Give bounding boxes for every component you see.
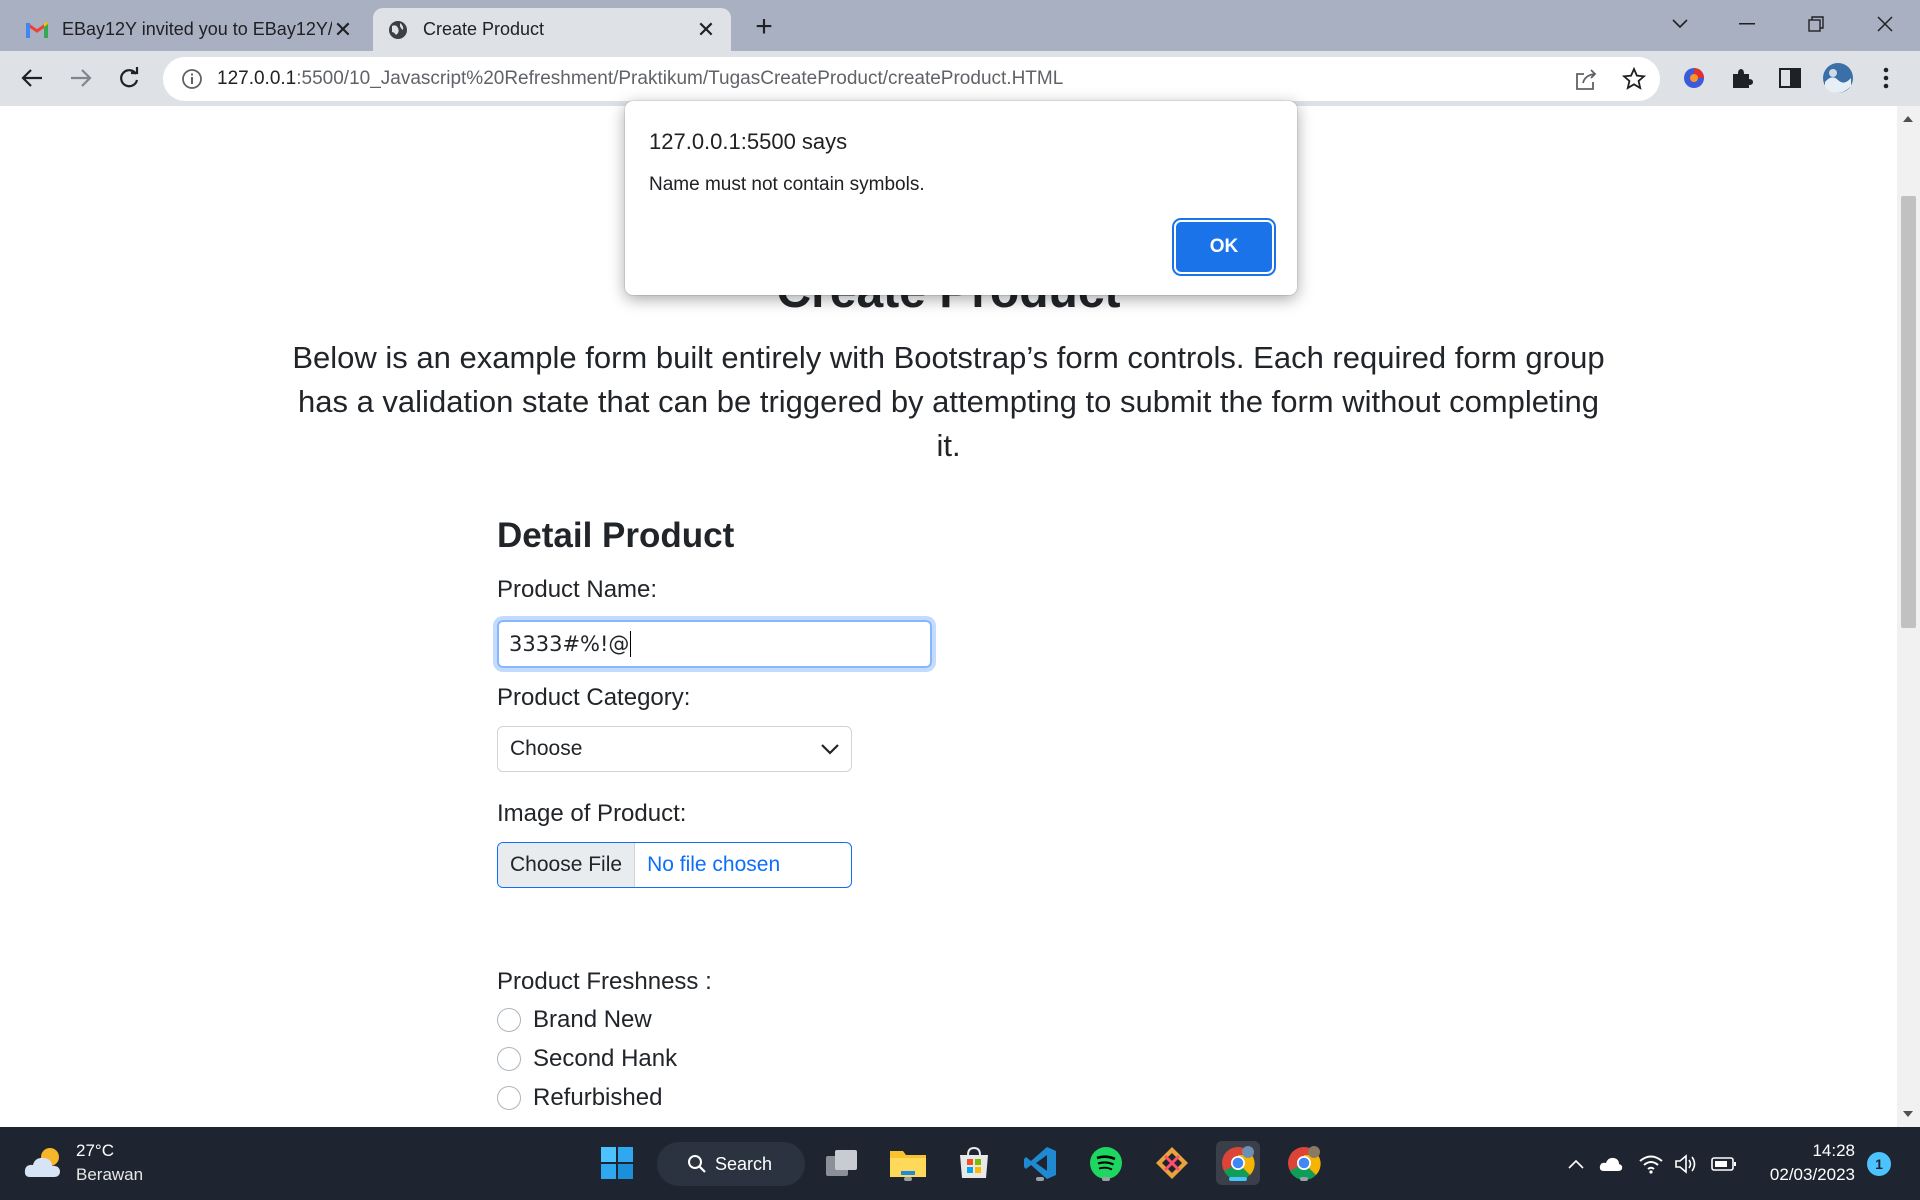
- close-icon[interactable]: ✕: [695, 17, 717, 42]
- product-category-select[interactable]: Choose: [497, 726, 852, 772]
- start-windows-icon[interactable]: [595, 1141, 639, 1185]
- product-name-input[interactable]: 3333#%!@: [497, 620, 932, 668]
- dialog-message: Name must not contain symbols.: [649, 174, 925, 195]
- radio-label: Brand New: [533, 1006, 652, 1033]
- product-category-value: Choose: [510, 737, 583, 760]
- bookmark-star-icon[interactable]: [1620, 65, 1648, 93]
- weather-description: Berawan: [76, 1165, 144, 1184]
- microsoft-store-icon[interactable]: [952, 1141, 996, 1185]
- running-indicator: [1036, 1177, 1044, 1181]
- task-view-icon[interactable]: [820, 1141, 864, 1185]
- extensions-puzzle-icon[interactable]: [1726, 62, 1758, 94]
- tab-title: Create Product: [423, 19, 545, 39]
- new-tab-button[interactable]: +: [748, 12, 780, 44]
- extension-color-icon[interactable]: [1678, 62, 1710, 94]
- product-category-label: Product Category:: [497, 684, 691, 711]
- forward-icon[interactable]: [63, 60, 99, 96]
- tab-create-product[interactable]: Create Product ✕: [373, 8, 731, 51]
- back-icon[interactable]: [14, 60, 50, 96]
- volume-icon[interactable]: [1673, 1151, 1699, 1177]
- globe-icon: [387, 19, 409, 41]
- product-name-value: 3333#%!@: [509, 632, 630, 656]
- search-icon: [687, 1154, 707, 1174]
- dialog-title: 127.0.0.1:5500 says: [649, 129, 848, 154]
- freshness-option-brand-new[interactable]: Brand New: [497, 1006, 652, 1034]
- freshness-option-refurbished[interactable]: Refurbished: [497, 1084, 662, 1112]
- tab-search-icon[interactable]: [1660, 6, 1700, 42]
- battery-icon[interactable]: [1711, 1151, 1737, 1177]
- scroll-down-arrow-icon[interactable]: [1903, 1111, 1913, 1117]
- side-panel-icon[interactable]: [1774, 62, 1806, 94]
- product-freshness-label: Product Freshness :: [497, 968, 712, 995]
- minimize-icon[interactable]: [1727, 6, 1767, 42]
- file-explorer-icon[interactable]: [886, 1141, 930, 1185]
- weather-temperature: 27°C: [76, 1141, 114, 1160]
- clock-time[interactable]: 14:28: [1760, 1141, 1855, 1161]
- wifi-icon[interactable]: [1638, 1151, 1664, 1177]
- scroll-thumb[interactable]: [1901, 196, 1916, 628]
- radio-button[interactable]: [497, 1047, 521, 1071]
- close-icon[interactable]: ✕: [332, 17, 354, 42]
- product-image-input[interactable]: Choose File No file chosen: [497, 842, 852, 888]
- product-image-label: Image of Product:: [497, 800, 687, 827]
- ok-button[interactable]: OK: [1176, 222, 1272, 272]
- running-indicator: [1102, 1177, 1110, 1181]
- weather-cloud-icon[interactable]: [24, 1145, 68, 1181]
- spotify-icon[interactable]: [1084, 1141, 1128, 1185]
- vscode-icon[interactable]: [1018, 1141, 1062, 1185]
- browser-toolbar: 127.0.0.1:5500/10_Javascript%20Refreshme…: [0, 51, 1920, 106]
- page-lead-text: Below is an example form built entirely …: [292, 340, 1605, 463]
- running-indicator: [1229, 1177, 1247, 1181]
- page-scrollbar[interactable]: [1897, 106, 1920, 1127]
- url-host: 127.0.0.1: [217, 68, 297, 89]
- chevron-up-icon[interactable]: [1563, 1151, 1589, 1177]
- search-label: Search: [715, 1153, 773, 1174]
- windows-taskbar: 27°C Berawan Search 14:28 02/03/2023 1: [0, 1127, 1920, 1200]
- text-caret: [630, 631, 632, 657]
- url-path: :5500/10_Javascript%20Refreshment/Prakti…: [296, 68, 1064, 89]
- taskbar-search[interactable]: Search: [657, 1142, 805, 1186]
- restore-icon[interactable]: [1796, 6, 1836, 42]
- freshness-option-second-hank[interactable]: Second Hank: [497, 1045, 677, 1073]
- notification-badge[interactable]: 1: [1867, 1152, 1891, 1176]
- onedrive-cloud-icon[interactable]: [1598, 1151, 1624, 1177]
- clock-date[interactable]: 02/03/2023: [1740, 1165, 1855, 1185]
- scroll-up-arrow-icon[interactable]: [1903, 116, 1913, 122]
- running-indicator: [1300, 1177, 1308, 1181]
- file-status-text: No file chosen: [647, 853, 781, 876]
- chrome-icon[interactable]: [1216, 1141, 1260, 1185]
- choose-file-button[interactable]: Choose File: [498, 843, 636, 887]
- chevron-down-icon: [821, 737, 839, 761]
- product-name-label: Product Name:: [497, 576, 658, 603]
- running-indicator: [904, 1177, 912, 1181]
- reload-icon[interactable]: [111, 60, 147, 96]
- snipping-tool-icon[interactable]: [1150, 1141, 1194, 1185]
- share-icon[interactable]: [1572, 66, 1600, 94]
- radio-button[interactable]: [497, 1008, 521, 1032]
- profile-avatar[interactable]: [1822, 62, 1854, 94]
- alert-dialog: 127.0.0.1:5500 says Name must not contai…: [625, 101, 1297, 295]
- tab-gmail[interactable]: EBay12Y invited you to EBay12Y/ ✕: [12, 8, 368, 51]
- close-window-icon[interactable]: [1865, 6, 1905, 42]
- radio-label: Refurbished: [533, 1084, 663, 1111]
- radio-button[interactable]: [497, 1086, 521, 1110]
- gmail-icon: [26, 19, 48, 41]
- tab-strip: EBay12Y invited you to EBay12Y/ ✕ Create…: [0, 0, 1920, 51]
- chrome-profile-icon[interactable]: [1282, 1141, 1326, 1185]
- radio-label: Second Hank: [533, 1045, 678, 1072]
- menu-kebab-icon[interactable]: [1870, 62, 1902, 94]
- site-info-icon[interactable]: [181, 68, 203, 90]
- tab-title: EBay12Y invited you to EBay12Y/: [62, 19, 332, 39]
- address-bar[interactable]: 127.0.0.1:5500/10_Javascript%20Refreshme…: [163, 57, 1660, 101]
- section-title: Detail Product: [497, 516, 735, 555]
